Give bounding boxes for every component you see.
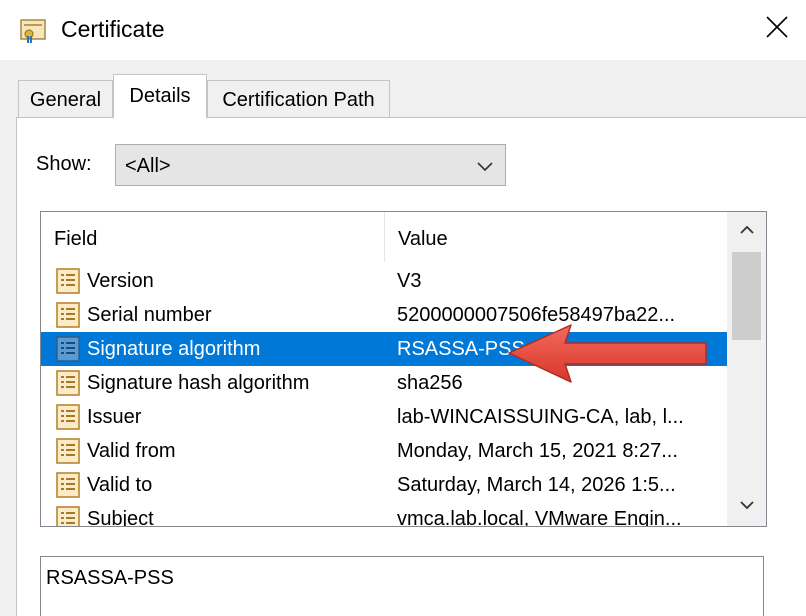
chevron-down-icon: [739, 498, 755, 516]
show-label: Show:: [36, 153, 92, 175]
list-row-issuer[interactable]: Issuer lab-WINCAISSUING-CA, lab, l...: [41, 400, 727, 434]
list-row-valid-to[interactable]: Valid to Saturday, March 14, 2026 1:5...: [41, 468, 727, 502]
chevron-up-icon: [739, 223, 755, 241]
row-field-label: Subject: [87, 508, 154, 527]
field-icon: [53, 300, 83, 330]
row-field-label: Signature hash algorithm: [87, 372, 310, 394]
tab-certification-path[interactable]: Certification Path: [207, 80, 390, 118]
tab-general[interactable]: General: [18, 80, 113, 118]
column-header-field[interactable]: Field: [41, 212, 385, 262]
chevron-down-icon: [475, 156, 495, 176]
show-dropdown-value: <All>: [125, 155, 171, 177]
field-value-text: RSASSA-PSS: [46, 567, 174, 589]
row-field-label: Issuer: [87, 406, 142, 428]
close-button[interactable]: [752, 8, 802, 50]
row-field-label: Valid to: [87, 474, 153, 496]
tab-details[interactable]: Details: [113, 74, 207, 118]
row-field-label: Signature algorithm: [87, 338, 261, 360]
field-value-box[interactable]: RSASSA-PSS: [40, 556, 764, 616]
row-field-label: Version: [87, 270, 154, 292]
certificate-icon: [18, 15, 48, 45]
row-value-text: Saturday, March 14, 2026 1:5...: [397, 474, 676, 496]
list-header: Field Value: [41, 212, 727, 262]
show-dropdown[interactable]: <All>: [115, 144, 506, 186]
scroll-thumb[interactable]: [732, 252, 761, 340]
column-header-value[interactable]: Value: [385, 212, 727, 262]
field-icon: [53, 436, 83, 466]
row-value-text: lab-WINCAISSUING-CA, lab, l...: [397, 406, 684, 428]
row-field-label: Valid from: [87, 440, 176, 462]
field-icon: [53, 504, 83, 526]
list-row-valid-from[interactable]: Valid from Monday, March 15, 2021 8:27..…: [41, 434, 727, 468]
title-bar: Certificate: [0, 0, 806, 60]
row-value-text: vmca.lab.local, VMware Engin...: [397, 508, 682, 527]
close-icon: [766, 15, 788, 43]
row-value-text: Monday, March 15, 2021 8:27...: [397, 440, 678, 462]
window-title: Certificate: [61, 16, 165, 42]
annotation-arrow-icon: [505, 322, 710, 386]
row-field-label: Serial number: [87, 304, 212, 326]
field-icon: [53, 334, 83, 364]
row-value-text: V3: [397, 270, 422, 292]
field-icon: [53, 402, 83, 432]
scroll-up-button[interactable]: [727, 212, 766, 252]
scroll-down-button[interactable]: [727, 488, 766, 526]
field-icon: [53, 266, 83, 296]
vertical-scrollbar[interactable]: [727, 212, 766, 526]
list-row-subject[interactable]: Subject vmca.lab.local, VMware Engin...: [41, 502, 727, 527]
list-row-version[interactable]: Version V3: [41, 264, 727, 298]
field-icon: [53, 368, 83, 398]
field-icon: [53, 470, 83, 500]
